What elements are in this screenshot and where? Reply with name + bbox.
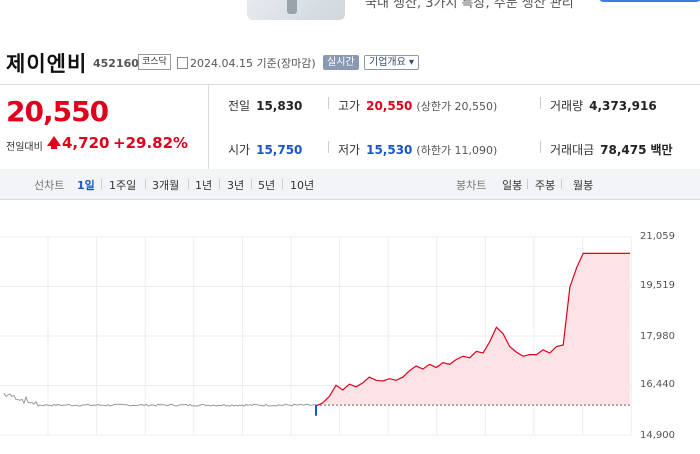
realtime-button[interactable]: 실시간: [323, 55, 359, 70]
stat-label: 저가: [338, 143, 361, 157]
divider: [328, 97, 329, 109]
stat-value: 4,373,916: [589, 99, 657, 113]
up-arrow-icon: [47, 136, 61, 149]
stock-name: 제이엔비: [6, 52, 88, 76]
calendar-icon: [177, 57, 188, 69]
divider: [527, 179, 528, 189]
tab-period-3m[interactable]: 3개월: [152, 177, 179, 193]
chevron-down-icon: ▾: [409, 57, 415, 68]
divider: [145, 179, 146, 189]
y-tick-label: 14,900: [640, 430, 675, 441]
stat-value: 15,830: [256, 99, 303, 113]
stat-label: 고가: [338, 99, 361, 113]
y-tick-label: 19,519: [640, 280, 675, 291]
stock-header: 제이엔비 452160 코스닥 2024.04.15 기준(장마감) 실시간 기…: [0, 44, 700, 80]
ad-image: [247, 0, 345, 20]
divider: [540, 97, 541, 109]
stat-label: 거래대금: [550, 143, 595, 157]
divider: [101, 179, 102, 189]
chart-svg: [0, 236, 632, 436]
tab-candle-daily[interactable]: 일봉: [502, 177, 522, 193]
tab-period-5y[interactable]: 5년: [258, 177, 275, 193]
stat-value: 15,530: [366, 143, 413, 157]
date-text: 2024.04.15 기준(장마감): [190, 57, 316, 70]
ad-button[interactable]: [598, 0, 700, 2]
y-tick-label: 21,059: [640, 231, 675, 242]
stat-value: 20,550: [366, 99, 413, 113]
price-chart[interactable]: 21,059 19,519 17,980 16,440 14,900: [0, 200, 700, 450]
tab-candle-weekly[interactable]: 주봉: [535, 177, 555, 193]
stat-value: 78,475: [600, 143, 647, 157]
divider: [540, 141, 541, 153]
stat-label: 시가: [228, 143, 251, 157]
divider: [251, 179, 252, 189]
tab-period-1w[interactable]: 1주일: [109, 177, 136, 193]
divider: [188, 179, 189, 189]
stat-volume: 거래량 4,373,916: [550, 97, 657, 114]
stat-high: 고가 20,550 (상한가 20,550): [338, 97, 497, 114]
divider: [561, 179, 562, 189]
company-info-label: 기업개요: [369, 57, 406, 68]
tab-period-1y[interactable]: 1년: [195, 177, 212, 193]
tab-period-1d[interactable]: 1일: [77, 177, 95, 193]
current-price-box: 20,550 전일대비 4,720 +29.82%: [0, 85, 209, 169]
stat-sub: (하한가 11,090): [416, 144, 498, 157]
change-rate: +29.82%: [113, 134, 189, 152]
stat-open: 시가 15,750: [228, 141, 302, 158]
stat-prev-close: 전일 15,830: [228, 97, 302, 114]
stat-value: 15,750: [256, 143, 303, 157]
stat-unit: 백만: [650, 143, 673, 157]
market-badge: 코스닥: [138, 54, 171, 70]
stat-label: 거래량: [550, 99, 584, 113]
current-price: 20,550: [6, 95, 109, 128]
ad-text: 국내 생산, 3가지 특장, 주문 생산 관리: [365, 0, 574, 11]
tab-period-3y[interactable]: 3년: [227, 177, 244, 193]
tab-period-10y[interactable]: 10년: [290, 177, 314, 193]
stat-sub: (상한가 20,550): [416, 100, 498, 113]
prev-day-line: [3, 392, 317, 407]
change-value: 4,720: [62, 134, 110, 152]
change-label: 전일대비: [6, 142, 43, 153]
divider: [219, 179, 220, 189]
price-summary: 20,550 전일대비 4,720 +29.82% 전일 15,830 시가 15,…: [0, 84, 700, 170]
y-tick-label: 16,440: [640, 379, 675, 390]
y-tick-label: 17,980: [640, 331, 675, 342]
ad-banner[interactable]: 국내 생산, 3가지 특장, 주문 생산 관리: [0, 0, 700, 24]
stat-low: 저가 15,530 (하한가 11,090): [338, 141, 497, 158]
stat-label: 전일: [228, 99, 251, 113]
company-info-button[interactable]: 기업개요 ▾: [364, 55, 420, 70]
candle-chart-header: 봉차트: [456, 179, 487, 192]
stock-code: 452160: [93, 57, 139, 70]
line-chart-header: 선차트: [34, 179, 65, 192]
tab-candle-monthly[interactable]: 월봉: [573, 177, 593, 193]
stat-amount: 거래대금 78,475 백만: [550, 141, 673, 158]
chart-tabs: 선차트 1일 1주일 3개월 1년 3년 5년 10년 봉차트 일봉 주봉 월봉: [0, 169, 700, 200]
divider: [328, 141, 329, 153]
divider: [282, 179, 283, 189]
